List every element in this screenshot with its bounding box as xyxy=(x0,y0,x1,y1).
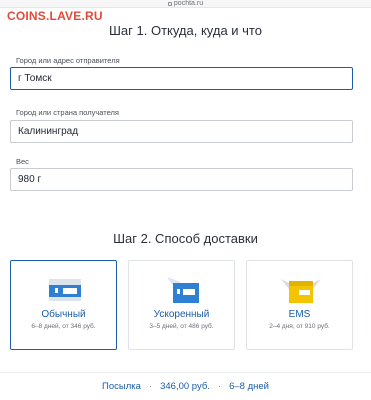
watermark: COINS.LAVE.RU xyxy=(7,9,103,23)
step1-title: Шаг 1. Откуда, куда и что xyxy=(109,23,262,38)
delivery-option-name: EMS xyxy=(288,309,311,320)
sender-address-label: Город или адрес отправителя xyxy=(16,56,120,65)
sender-address-value: г Томск xyxy=(18,73,52,84)
order-summary: Посылка · 346,00 руб. · 6–8 дней xyxy=(0,372,371,400)
url-display[interactable]: pochta.ru xyxy=(167,0,204,7)
envelope-icon xyxy=(49,279,81,301)
summary-price: 346,00 руб. xyxy=(160,381,210,392)
separator-dot: · xyxy=(217,381,222,392)
summary-type: Посылка xyxy=(102,381,141,392)
paper-plane-envelope-icon xyxy=(167,277,199,303)
recipient-address-value: Калининград xyxy=(18,126,79,137)
sender-address-field[interactable]: г Томск xyxy=(10,67,353,90)
step2-title: Шаг 2. Способ доставки xyxy=(113,231,258,246)
summary-duration: 6–8 дней xyxy=(229,381,269,392)
browser-address-bar[interactable]: pochta.ru xyxy=(0,0,371,8)
recipient-address-label: Город или страна получателя xyxy=(16,108,119,117)
delivery-option-details: 3–5 дней, от 486 руб. xyxy=(149,323,214,330)
recipient-address-field[interactable]: Калининград xyxy=(10,120,353,143)
separator-dot: · xyxy=(148,381,153,392)
delivery-option-details: 6–8 дней, от 346 руб. xyxy=(31,323,96,330)
url-text: pochta.ru xyxy=(173,0,204,7)
lock-icon xyxy=(167,1,172,6)
winged-package-icon xyxy=(281,279,321,303)
delivery-option-express[interactable]: Ускоренный 3–5 дней, от 486 руб. xyxy=(128,260,235,350)
delivery-option-name: Обычный xyxy=(41,309,86,320)
weight-value: 980 г xyxy=(18,174,42,185)
weight-label: Вес xyxy=(16,157,29,166)
delivery-option-regular[interactable]: Обычный 6–8 дней, от 346 руб. xyxy=(10,260,117,350)
delivery-option-details: 2–4 дня, от 910 руб. xyxy=(269,323,330,330)
delivery-option-ems[interactable]: EMS 2–4 дня, от 910 руб. xyxy=(246,260,353,350)
weight-field[interactable]: 980 г xyxy=(10,168,353,191)
delivery-option-name: Ускоренный xyxy=(153,309,210,320)
